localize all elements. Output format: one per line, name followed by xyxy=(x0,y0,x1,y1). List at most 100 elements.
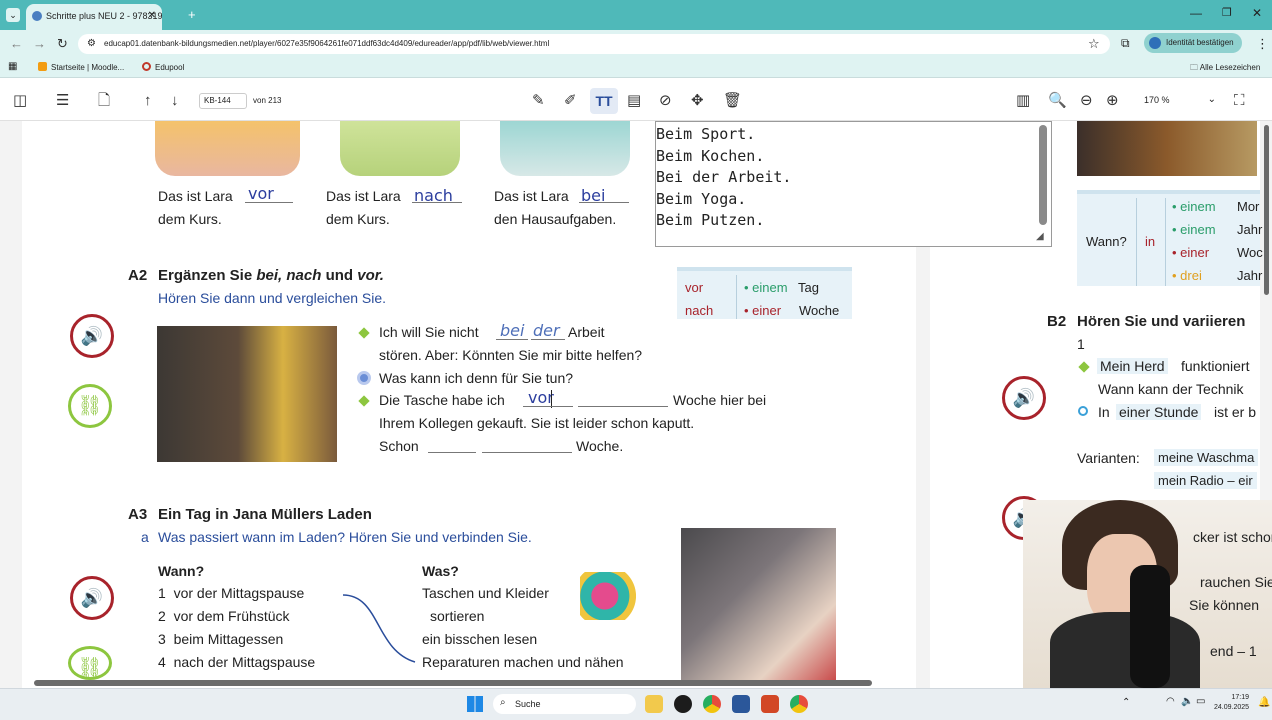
audio-button-b2-1[interactable]: 🔊 xyxy=(1002,376,1046,420)
blank-2b xyxy=(578,406,668,407)
resize-handle-icon[interactable]: ◢ xyxy=(1036,231,1044,242)
highlighter-icon[interactable]: ✐ xyxy=(564,92,577,110)
previous-page-icon[interactable]: ↑ xyxy=(144,92,152,110)
close-window-icon[interactable]: ✕ xyxy=(1252,6,1262,20)
textbox-scrollbar[interactable] xyxy=(1039,125,1047,225)
file-explorer-icon[interactable] xyxy=(645,695,663,713)
sidebar-toggle-icon[interactable]: ◫ xyxy=(13,92,27,110)
bookmark-edupool[interactable]: Edupool xyxy=(142,62,184,72)
wann-item-1: 1 vor der Mittagspause xyxy=(158,585,305,601)
vertical-scrollbar[interactable] xyxy=(1264,125,1269,295)
identity-button[interactable]: Identität bestätigen xyxy=(1144,33,1242,53)
minimize-icon[interactable]: — xyxy=(1190,6,1202,20)
menu-icon[interactable]: ⋮ xyxy=(1256,36,1269,52)
clock[interactable]: 17:19 24.09.2025 xyxy=(1214,693,1249,713)
handwritten-bei[interactable]: bei xyxy=(500,321,524,340)
photo-woman-shelf xyxy=(681,528,836,680)
taskbar xyxy=(0,688,1272,720)
blank-2a xyxy=(523,406,573,407)
text-tool-icon[interactable]: TT xyxy=(590,88,618,114)
document-icon[interactable]: 🗋 xyxy=(98,92,110,110)
tab-list-button[interactable]: ⌄ xyxy=(6,8,20,22)
notifications-icon[interactable]: 🔔 xyxy=(1258,697,1270,708)
close-tab-icon[interactable]: ✕ xyxy=(148,10,156,21)
link-button-a2[interactable]: ⛓ xyxy=(68,384,112,428)
forward-icon[interactable]: → xyxy=(33,36,46,51)
back-icon[interactable]: ← xyxy=(10,36,23,51)
grammar-row-3: • einer xyxy=(1172,245,1210,260)
new-tab-button[interactable]: + xyxy=(188,7,196,22)
wann-item-3: 3 beim Mittagessen xyxy=(158,631,284,647)
edupool-icon xyxy=(142,62,151,71)
wifi-icon[interactable]: ◠ xyxy=(1166,696,1175,707)
move-icon[interactable]: ✥ xyxy=(691,92,704,110)
bookmark-star-icon[interactable]: ☆ xyxy=(1088,36,1100,52)
b2-line-1-end: funktioniert xyxy=(1181,358,1250,374)
handwritten-der[interactable]: der xyxy=(533,321,560,340)
powerpoint-icon[interactable] xyxy=(761,695,779,713)
page-layout-icon[interactable]: ▥ xyxy=(1016,92,1030,110)
delete-icon[interactable]: 🗑 xyxy=(723,92,742,110)
chrome-profile-icon[interactable] xyxy=(790,695,808,713)
tab-title: Schritte plus NEU 2 - 978319082 xyxy=(46,11,162,21)
bookmarks-bar xyxy=(0,57,1272,78)
varianten-label: Varianten: xyxy=(1077,450,1140,466)
dialog-line-6: Schon xyxy=(379,438,419,454)
chrome-icon[interactable] xyxy=(703,695,721,713)
site-info-icon[interactable]: ⚙ xyxy=(87,38,96,49)
apps-icon[interactable]: ▦ xyxy=(8,61,17,72)
clock-time: 17:19 xyxy=(1231,694,1250,701)
horizontal-scrollbar[interactable] xyxy=(34,680,872,686)
windows-start-icon[interactable] xyxy=(467,696,483,712)
volume-icon[interactable]: 🔈 xyxy=(1181,696,1193,707)
reload-icon[interactable]: ↻ xyxy=(57,36,68,52)
battery-icon[interactable]: ▭ xyxy=(1196,696,1205,707)
grammar-row-4-noun: Jahr xyxy=(1237,268,1263,283)
handwritten-vor[interactable]: vor xyxy=(528,388,554,407)
text-annotation-box[interactable]: Beim Sport. Beim Kochen. Bei der Arbeit.… xyxy=(655,121,1052,247)
code-line-3: Bei der Arbeit. xyxy=(656,168,792,187)
tray-chevron-icon[interactable]: ⌃ xyxy=(1122,697,1130,708)
comment-icon[interactable]: ▤ xyxy=(627,92,641,110)
page-number-input[interactable]: KB-144 xyxy=(199,93,247,109)
folder-icon: 🗀 xyxy=(1190,63,1200,72)
wann-item-4: 4 nach der Mittagspause xyxy=(158,654,316,670)
lara-3-text2: den Hausaufgaben. xyxy=(494,211,617,227)
extensions-icon[interactable]: ⧉ xyxy=(1121,36,1130,51)
a3-letter: a xyxy=(141,529,149,545)
all-bookmarks[interactable]: 🗀 Alle Lesezeichen xyxy=(1190,62,1260,76)
next-page-icon[interactable]: ↓ xyxy=(171,92,179,110)
bookmark-moodle[interactable]: Startseite | Moodle... xyxy=(38,62,124,72)
audio-button-a2[interactable]: 🔊 xyxy=(70,314,114,358)
b2-number: B2 xyxy=(1047,313,1067,330)
grammar-divider-a xyxy=(1136,198,1137,286)
variant-1: meine Waschma xyxy=(1154,449,1259,466)
grammar-prep-2: nach xyxy=(685,303,714,318)
taskbar-search[interactable]: ⌕ Suche xyxy=(493,694,636,714)
zoom-in-icon[interactable]: ⊕ xyxy=(1106,92,1119,110)
lara-2-blank xyxy=(412,202,462,203)
zoom-select[interactable]: 170 % ⌄ xyxy=(1138,90,1222,112)
word-icon[interactable] xyxy=(732,695,750,713)
url-field[interactable]: ⚙ educap01.datenbank-bildungsmedien.net/… xyxy=(78,34,1110,54)
code-line-1: Beim Sport. xyxy=(656,125,756,143)
grammar-row-4: • drei xyxy=(1172,268,1202,283)
b2-line-2: Wann kann der Technik xyxy=(1098,381,1244,397)
was-item-2: ein bisschen lesen xyxy=(422,631,538,647)
pen-icon[interactable]: ✎ xyxy=(532,92,545,110)
tab-active[interactable]: Schritte plus NEU 2 - 978319082 ✕ xyxy=(26,4,162,30)
audio-button-a3[interactable]: 🔊 xyxy=(70,576,114,620)
hide-annotations-icon[interactable]: ⊘ xyxy=(659,92,672,110)
app-icon-1[interactable] xyxy=(674,695,692,713)
moodle-icon xyxy=(38,62,47,71)
outline-icon[interactable]: ☰ xyxy=(56,92,69,110)
maximize-icon[interactable]: ❐ xyxy=(1222,6,1232,19)
lara-1-answer[interactable]: vor xyxy=(248,184,274,203)
link-button-a3[interactable]: ⛓ xyxy=(68,646,112,680)
lara-3-text: Das ist Lara xyxy=(494,188,569,204)
search-document-icon[interactable]: 🔍 xyxy=(1048,92,1067,110)
fullscreen-icon[interactable]: ⛶ xyxy=(1234,92,1245,110)
b2-highlight-1: Mein Herd xyxy=(1097,358,1168,374)
a3-title: Ein Tag in Jana Müllers Laden xyxy=(158,506,372,523)
zoom-out-icon[interactable]: ⊖ xyxy=(1080,92,1093,110)
